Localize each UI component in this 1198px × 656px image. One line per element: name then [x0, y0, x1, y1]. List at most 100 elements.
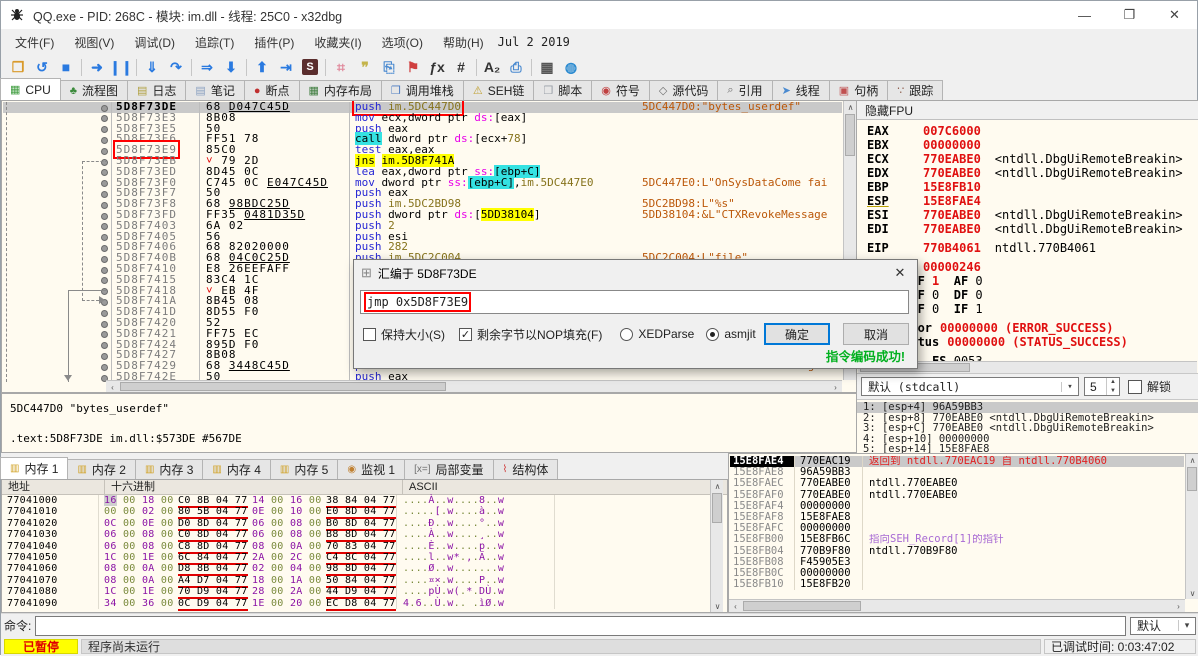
- breakpoint-dot[interactable]: [101, 342, 108, 350]
- byte-group[interactable]: 06 00 08 00: [99, 541, 173, 552]
- dump-vscrollbar[interactable]: ∧ ∨: [710, 480, 723, 612]
- register-row[interactable]: EBX 00000000: [867, 138, 1198, 152]
- breakpoint-gutter[interactable]: [3, 199, 111, 210]
- tab-内存 3[interactable]: ▥ 内存 3: [134, 459, 204, 479]
- byte-group[interactable]: 1C 00 1E 00: [99, 552, 173, 563]
- breakpoint-dot[interactable]: [101, 320, 108, 328]
- byte-group[interactable]: B0 8D 04 77: [321, 517, 396, 531]
- minimize-button[interactable]: —: [1062, 1, 1107, 29]
- tab-符号[interactable]: ◉ 符号: [591, 80, 650, 100]
- breakpoint-gutter[interactable]: [3, 178, 111, 189]
- byte-group[interactable]: 0E 00 10 00: [247, 506, 321, 517]
- bytes-cell[interactable]: 68 3448C45D: [199, 360, 349, 372]
- byte-group[interactable]: C8 8D 04 77: [173, 540, 248, 554]
- menu-item[interactable]: 插件(P): [244, 34, 304, 51]
- scroll-thumb[interactable]: [120, 382, 446, 391]
- stack-vscrollbar[interactable]: ∧ ∨: [1185, 454, 1198, 599]
- comment-cell[interactable]: [636, 156, 842, 167]
- register-row[interactable]: EAX 007C6000: [867, 124, 1198, 138]
- tab-局部变量[interactable]: [x=] 局部变量: [404, 459, 494, 479]
- breakpoint-gutter[interactable]: [3, 264, 111, 275]
- memory-row[interactable]: 77041060 08 00 0A 00 D8 8B 04 77 02 00 04 0…: [2, 563, 727, 577]
- comment-cell[interactable]: [636, 134, 842, 145]
- scroll-right-icon[interactable]: ›: [1172, 600, 1185, 612]
- breakpoint-gutter[interactable]: [3, 145, 111, 156]
- tab-断点[interactable]: ● 断点: [243, 80, 300, 100]
- breakpoint-dot[interactable]: [101, 234, 108, 242]
- breakpoint-dot[interactable]: [101, 169, 108, 177]
- spin-down-icon[interactable]: ▼: [1107, 387, 1119, 396]
- breakpoint-gutter[interactable]: [3, 340, 111, 351]
- comment-cell[interactable]: [636, 221, 842, 232]
- scroll-left-icon[interactable]: ‹: [729, 600, 742, 612]
- breakpoint-gutter[interactable]: [3, 156, 111, 167]
- scroll-thumb[interactable]: [743, 601, 861, 611]
- comment-cell[interactable]: [636, 188, 842, 199]
- byte-group[interactable]: 38 84 04 77: [321, 495, 396, 508]
- memory-row[interactable]: 77041010 00 00 02 00 80 5B 04 77 0E 00 10 0…: [2, 506, 727, 520]
- tab-内存布局[interactable]: ▦ 内存布局: [298, 80, 382, 100]
- breakpoint-gutter[interactable]: [3, 188, 111, 199]
- breakpoint-dot[interactable]: [101, 266, 108, 274]
- scroll-left-icon[interactable]: ‹: [106, 381, 119, 392]
- website-icon[interactable]: ◍: [559, 57, 583, 77]
- cancel-button[interactable]: 取消: [843, 323, 909, 345]
- run-to-cursor-icon[interactable]: ⇒: [195, 57, 219, 77]
- byte-group[interactable]: 28 00 2A 00: [247, 586, 321, 597]
- byte-group[interactable]: 98 8D 04 77: [321, 563, 396, 577]
- stack-row[interactable]: 15E8FB00 15E8FB6C 指向SEH_Record[1]的指针: [730, 534, 1184, 546]
- memory-row[interactable]: 77041030 06 00 08 00 C0 8D 04 77 06 00 08 0…: [2, 529, 727, 543]
- tab-源代码[interactable]: ◇ 源代码: [648, 80, 719, 100]
- step-out-icon[interactable]: ⬇: [219, 57, 243, 77]
- command-type-select[interactable]: 默认 ▾: [1130, 616, 1196, 635]
- byte-group[interactable]: 70 D9 04 77: [173, 586, 248, 600]
- comment-cell[interactable]: 5DC447E0:L"OnSysDataCome fai: [636, 178, 842, 189]
- argument-row[interactable]: 1: [esp+4] 96A59BB3: [857, 402, 1198, 413]
- breakpoint-dot[interactable]: [101, 190, 108, 198]
- byte-group[interactable]: 50 84 04 77: [321, 574, 396, 588]
- memory-row[interactable]: 77041050 1C 00 1E 00 6C 84 04 77 2A 00 2C 0…: [2, 551, 727, 565]
- memory-row[interactable]: 77041070 08 00 0A 00 A4 D7 04 77 18 00 1A 0…: [2, 574, 727, 588]
- memory-row[interactable]: 77041020 0C 00 0E 00 D0 8D 04 77 06 00 08 0…: [2, 517, 727, 531]
- stack-row[interactable]: 15E8FB0C 00000000: [730, 567, 1184, 580]
- tab-调用堆栈[interactable]: ❒ 调用堆栈: [380, 80, 464, 100]
- breakpoint-dot[interactable]: [101, 309, 108, 317]
- breakpoint-gutter[interactable]: [3, 372, 111, 383]
- register-row[interactable]: EBP 15E8FB10: [867, 180, 1198, 194]
- tab-监视 1[interactable]: ◉ 监视 1: [337, 459, 406, 479]
- tab-跟踪[interactable]: ∵ 跟踪: [887, 80, 944, 100]
- breakpoint-gutter[interactable]: [3, 350, 111, 361]
- comment-cell[interactable]: [636, 124, 842, 135]
- stack-row[interactable]: 15E8FAF4 00000000: [730, 500, 1184, 512]
- comment-cell[interactable]: [636, 113, 842, 124]
- open-folder-icon[interactable]: ❒: [6, 57, 30, 77]
- calling-convention-select[interactable]: 默认 (stdcall) ▾: [861, 377, 1079, 396]
- stack-row[interactable]: 15E8FAEC 770EABE0 ntdll.770EABE0: [730, 478, 1184, 490]
- breakpoint-gutter[interactable]: [3, 232, 111, 243]
- tab-日志[interactable]: ▤ 日志: [126, 80, 187, 100]
- bytes-cell[interactable]: 8B08: [199, 112, 349, 124]
- favourites-icon[interactable]: ⚑: [401, 57, 425, 77]
- byte-group[interactable]: 1E 00 20 00: [247, 598, 321, 609]
- byte-group[interactable]: 08 00 0A 00: [99, 563, 173, 574]
- breakpoint-gutter[interactable]: [3, 296, 111, 307]
- restart-icon[interactable]: ↺: [30, 57, 54, 77]
- functions-icon[interactable]: ƒx: [425, 57, 449, 77]
- stack-row[interactable]: 15E8FAE4 770EAC19 返回到 ntdll.770EAC19 自 ntd…: [730, 455, 1184, 468]
- byte-group[interactable]: 80 5B 04 77: [173, 506, 248, 520]
- menu-item[interactable]: 收藏夹(I): [304, 34, 371, 51]
- menu-item[interactable]: 调试(D): [124, 34, 185, 51]
- tab-内存 1[interactable]: ▥ 内存 1: [0, 457, 69, 479]
- breakpoint-gutter[interactable]: [3, 329, 111, 340]
- byte-group[interactable]: 06 00 08 00: [99, 529, 173, 540]
- comment-cell[interactable]: [636, 167, 842, 178]
- memory-row[interactable]: 77041080 1C 00 1E 00 70 D9 04 77 28 00 2A 0…: [2, 586, 727, 600]
- bytes-cell[interactable]: 6A 02: [199, 220, 349, 232]
- byte-group[interactable]: 0C 00 0E 00: [99, 518, 173, 529]
- byte-group[interactable]: 34 00 36 00: [99, 598, 173, 609]
- breakpoint-dot[interactable]: [101, 136, 108, 144]
- menu-item[interactable]: 帮助(H): [433, 34, 494, 51]
- memory-row[interactable]: 77041090 34 00 36 00 0C D9 04 77 1E 00 20 0…: [2, 597, 727, 611]
- byte-group[interactable]: 70 83 04 77: [321, 540, 396, 554]
- spin-up-icon[interactable]: ▲: [1107, 378, 1119, 387]
